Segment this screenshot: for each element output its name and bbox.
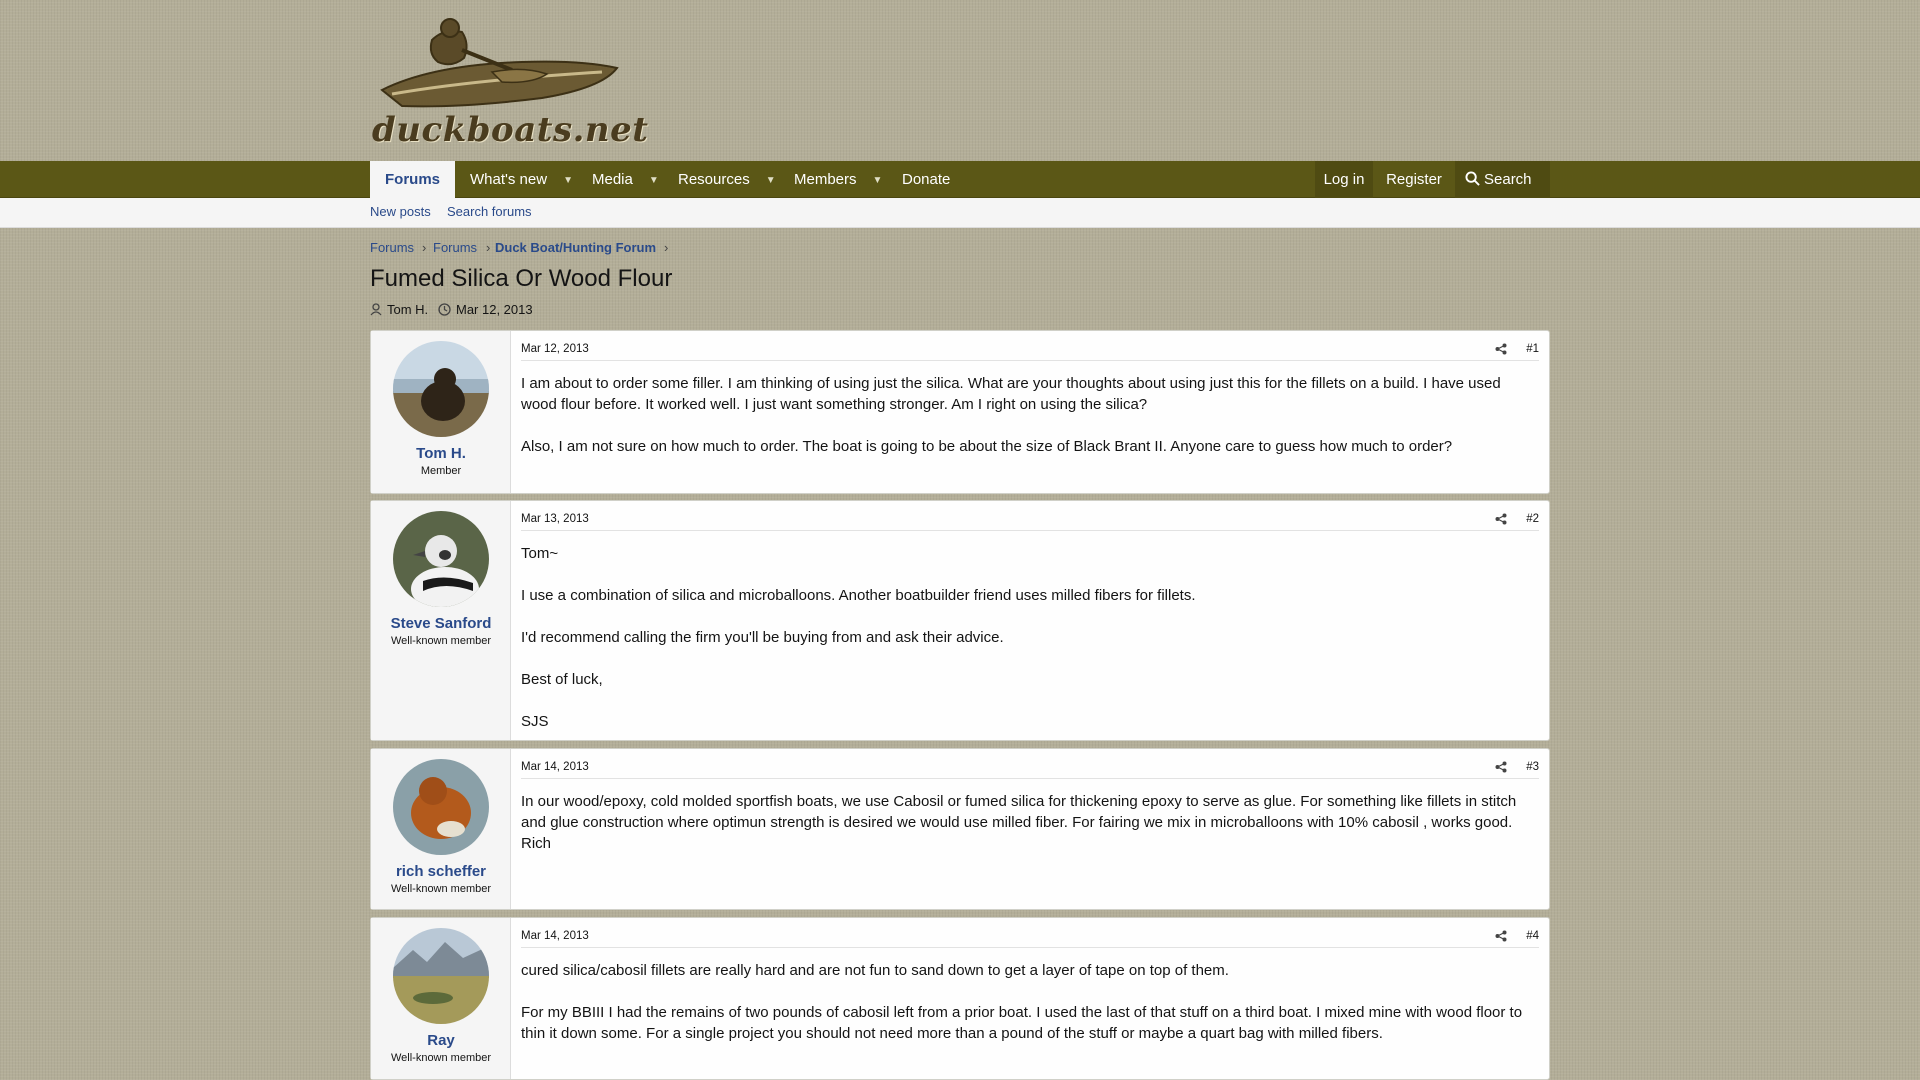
post: Steve Sanford Well-known member Mar 13, … [370, 500, 1550, 741]
post-user-title: Well-known member [390, 883, 492, 895]
post-user-title: Well-known member [390, 635, 492, 647]
user-icon [370, 303, 382, 319]
avatar[interactable] [393, 759, 489, 855]
chevron-down-icon[interactable]: ▼ [649, 162, 659, 199]
tab-resources[interactable]: Resources ▼ [663, 161, 791, 198]
thread-date[interactable]: Mar 12, 2013 [456, 302, 533, 317]
post-body: I am about to order some filler. I am th… [521, 373, 1539, 478]
post: Tom H. Member Mar 12, 2013 #1 I am about… [370, 330, 1550, 494]
post-username[interactable]: Ray [371, 1032, 511, 1049]
post-number[interactable]: #1 [1526, 343, 1539, 355]
logo-text: duckboats.net [372, 110, 649, 150]
avatar[interactable] [393, 511, 489, 607]
post-user-cell: rich scheffer Well-known member [371, 749, 511, 909]
register-button[interactable]: Register [1381, 161, 1447, 198]
post-paragraph: For my BBIII I had the remains of two po… [521, 1004, 1523, 1042]
post-date[interactable]: Mar 13, 2013 [521, 513, 589, 525]
post-number[interactable]: #2 [1526, 513, 1539, 525]
post-paragraph: Tom~ [521, 545, 559, 562]
breadcrumb-forums-2[interactable]: Forums [433, 240, 477, 255]
duckboat-logo-icon [380, 18, 619, 108]
post-paragraph: cured silica/cabosil fillets are really … [521, 962, 1229, 979]
post-paragraph: In our wood/epoxy, cold molded sportfish… [521, 793, 1517, 831]
share-icon[interactable] [1495, 930, 1507, 942]
site-header: duckboats.net [0, 0, 1920, 161]
post-date[interactable]: Mar 14, 2013 [521, 930, 589, 942]
thread-author[interactable]: Tom H. [387, 302, 428, 317]
chevron-down-icon[interactable]: ▼ [563, 162, 573, 199]
tab-members[interactable]: Members ▼ [779, 161, 897, 198]
avatar[interactable] [393, 928, 489, 1024]
chevron-down-icon[interactable]: ▼ [873, 162, 883, 199]
post-date[interactable]: Mar 12, 2013 [521, 343, 589, 355]
tab-resources-label: Resources [678, 171, 750, 188]
post-date[interactable]: Mar 14, 2013 [521, 761, 589, 773]
post-user-cell: Ray Well-known member [371, 918, 511, 1079]
post-username[interactable]: Steve Sanford [371, 615, 511, 632]
post-user-cell: Tom H. Member [371, 331, 511, 493]
tab-forums[interactable]: Forums [370, 161, 456, 198]
post-number[interactable]: #3 [1526, 761, 1539, 773]
post-user-title: Member [420, 465, 462, 477]
post-body: cured silica/cabosil fillets are really … [521, 960, 1539, 1065]
tab-donate[interactable]: Donate [887, 161, 965, 198]
post: rich scheffer Well-known member Mar 14, … [370, 748, 1550, 910]
post-number[interactable]: #4 [1526, 930, 1539, 942]
main-navbar: Forums What's new ▼ Media ▼ Resources ▼ Mem… [0, 161, 1920, 198]
breadcrumb-duck-boat-forum[interactable]: Duck Boat/Hunting Forum [495, 240, 656, 255]
post-body: Tom~ I use a combination of silica and m… [521, 543, 1539, 753]
share-icon[interactable] [1495, 761, 1507, 773]
post-user-cell: Steve Sanford Well-known member [371, 501, 511, 740]
avatar[interactable] [393, 341, 489, 437]
post-paragraph: Also, I am not sure on how much to order… [521, 438, 1453, 455]
site-logo[interactable]: duckboats.net [372, 10, 648, 150]
post-username[interactable]: rich scheffer [371, 863, 511, 880]
search-button[interactable]: Search [1455, 161, 1550, 198]
new-posts-link[interactable]: New posts [370, 198, 431, 226]
tab-members-label: Members [794, 171, 857, 188]
post-paragraph: SJS [521, 713, 549, 730]
page-title: Fumed Silica Or Wood Flour [370, 265, 673, 292]
post-username[interactable]: Tom H. [371, 445, 511, 462]
post-paragraph: I am about to order some filler. I am th… [521, 375, 1501, 413]
share-icon[interactable] [1495, 513, 1507, 525]
tab-media-label: Media [592, 171, 633, 188]
tab-media[interactable]: Media ▼ [577, 161, 674, 198]
post: Ray Well-known member Mar 14, 2013 #4 cu… [370, 917, 1550, 1080]
search-button-label: Search [1484, 171, 1532, 188]
post-paragraph: I'd recommend calling the firm you'll be… [521, 629, 1004, 646]
post-user-title: Well-known member [390, 1052, 492, 1064]
login-button[interactable]: Log in [1315, 161, 1373, 198]
chevron-right-icon: › [422, 240, 427, 255]
chevron-down-icon[interactable]: ▼ [766, 162, 776, 199]
post-body: In our wood/epoxy, cold molded sportfish… [521, 791, 1539, 875]
sub-navbar: New posts Search forums [0, 198, 1920, 228]
post-paragraph: Best of luck, [521, 671, 603, 688]
clock-icon [438, 303, 451, 319]
post-paragraph: I use a combination of silica and microb… [521, 587, 1196, 604]
post-paragraph: Rich [521, 835, 552, 852]
tab-whats-new[interactable]: What's new ▼ [455, 161, 588, 198]
chevron-right-icon: › [486, 240, 491, 255]
share-icon[interactable] [1495, 343, 1507, 355]
tab-whats-new-label: What's new [470, 171, 548, 188]
search-icon [1465, 171, 1480, 186]
search-forums-link[interactable]: Search forums [447, 198, 532, 226]
breadcrumb-forums[interactable]: Forums [370, 240, 414, 255]
chevron-right-icon: › [664, 240, 669, 255]
